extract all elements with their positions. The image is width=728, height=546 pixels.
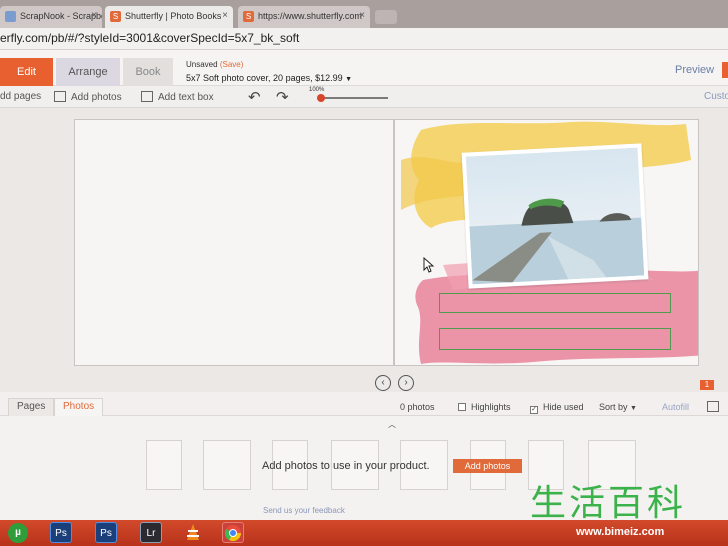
watermark-logo: 生活百科 — [530, 483, 687, 524]
photo-count: 0 photos — [400, 402, 435, 412]
photo-slot — [203, 440, 251, 490]
tab-label: https://www.shutterfly.com — [258, 11, 362, 21]
favicon-icon — [5, 11, 16, 22]
highlights-checkbox[interactable] — [458, 403, 466, 411]
utorrent-icon[interactable]: µ — [8, 523, 28, 543]
save-status: Unsaved (Save) — [186, 60, 243, 69]
tab-label: ScrapNook - Scrapbook I — [20, 11, 102, 21]
sort-by-label: Sort by — [599, 402, 628, 412]
vlc-cone-icon — [187, 524, 199, 540]
feedback-link[interactable]: Send us your feedback — [263, 506, 345, 515]
tab-book[interactable]: Book — [123, 58, 173, 86]
redo-icon[interactable]: ↷ — [276, 88, 289, 106]
vlc-icon[interactable] — [183, 522, 203, 543]
text-box-2[interactable] — [439, 328, 671, 350]
text-box-icon — [141, 91, 153, 102]
shutterfly-favicon-icon: S — [243, 11, 254, 22]
url-text[interactable]: erfly.com/pb/#/?styleId=3001&coverSpecId… — [0, 31, 299, 45]
photoshop-icon[interactable]: Ps — [50, 522, 72, 543]
chrome-logo-icon — [224, 525, 242, 542]
app-header: Edit Arrange Book Unsaved (Save) 5x7 Sof… — [0, 50, 728, 86]
hide-used-label: Hide used — [543, 402, 584, 412]
landscape-photo[interactable] — [461, 143, 649, 289]
undo-icon[interactable]: ↶ — [248, 88, 261, 106]
close-icon[interactable]: × — [359, 10, 365, 21]
unsaved-label: Unsaved — [186, 60, 218, 69]
add-text-box-label: Add text box — [158, 92, 214, 103]
close-icon[interactable]: × — [91, 10, 97, 21]
zoom-slider-track[interactable] — [320, 97, 388, 99]
close-icon[interactable]: × — [222, 10, 228, 21]
browser-tab-bar: ScrapNook - Scrapbook I × S Shutterfly |… — [0, 0, 728, 28]
product-spec-dropdown[interactable]: 5x7 Soft photo cover, 20 pages, $12.99 ▼ — [186, 73, 352, 83]
chrome-icon[interactable] — [222, 522, 244, 543]
add-photos-label: Add photos — [71, 92, 122, 103]
photo-image — [465, 147, 645, 285]
hide-used-toggle[interactable]: ✓ Hide used — [530, 402, 584, 414]
collapse-chevron-icon[interactable]: ︿ — [388, 419, 396, 430]
photo-slot — [146, 440, 182, 490]
add-photos-tray-button[interactable]: Add photos — [453, 459, 522, 473]
highlights-label: Highlights — [471, 402, 511, 412]
watermark-url: www.bimeiz.com — [576, 526, 665, 538]
browser-tab-shutterfly[interactable]: S Shutterfly | Photo Books × — [105, 6, 233, 28]
editor-toolbar: dd pages Add photos Add text box ↶ ↷ 100… — [0, 86, 728, 108]
tab-pages[interactable]: Pages — [8, 398, 55, 416]
lightroom-icon[interactable]: Lr — [140, 522, 162, 543]
tab-arrange[interactable]: Arrange — [56, 58, 120, 86]
next-page-button[interactable]: › — [398, 375, 414, 391]
highlights-toggle[interactable]: Highlights — [458, 402, 511, 412]
page-number-badge: 1 — [700, 380, 714, 390]
add-pages-button[interactable]: dd pages — [0, 91, 41, 102]
left-page[interactable] — [74, 119, 394, 366]
address-bar[interactable]: erfly.com/pb/#/?styleId=3001&coverSpecId… — [0, 28, 728, 50]
hide-used-checkbox[interactable]: ✓ — [530, 406, 538, 414]
zoom-slider-handle[interactable] — [317, 94, 325, 102]
photo-icon — [54, 91, 66, 102]
add-text-box-button[interactable]: Add text box — [141, 91, 214, 103]
empty-tray-message: Add photos to use in your product. — [262, 460, 430, 472]
add-photos-button[interactable]: Add photos — [54, 91, 122, 103]
photoshop-icon-2[interactable]: Ps — [95, 522, 117, 543]
customize-link[interactable]: Custo — [704, 91, 728, 102]
text-box-1[interactable] — [439, 293, 671, 313]
save-link[interactable]: (Save) — [220, 60, 244, 69]
order-button-edge[interactable] — [722, 62, 728, 78]
preview-button[interactable]: Preview — [675, 64, 714, 76]
product-spec-label: 5x7 Soft photo cover, 20 pages, $12.99 — [186, 73, 343, 83]
new-tab-button[interactable] — [375, 10, 397, 24]
sort-by-dropdown[interactable]: Sort by ▼ — [599, 402, 637, 412]
tab-photos[interactable]: Photos — [54, 398, 104, 416]
grid-view-icon[interactable] — [707, 401, 719, 412]
mouse-cursor-icon — [423, 257, 435, 273]
shutterfly-favicon-icon: S — [110, 11, 121, 22]
tab-label: Shutterfly | Photo Books — [125, 11, 222, 21]
zoom-level: 100% — [309, 87, 325, 93]
panel-tab-bar: Pages Photos 0 photos Highlights ✓ Hide u… — [0, 392, 728, 416]
caret-down-icon: ▼ — [345, 76, 353, 83]
browser-tab-scrapnook[interactable]: ScrapNook - Scrapbook I × — [0, 6, 102, 28]
autofill-button[interactable]: Autofill — [662, 402, 689, 412]
previous-page-button[interactable]: ‹ — [375, 375, 391, 391]
tab-edit[interactable]: Edit — [0, 58, 53, 86]
caret-down-icon: ▼ — [630, 405, 637, 412]
right-page[interactable] — [394, 119, 699, 366]
browser-tab-url[interactable]: S https://www.shutterfly.com × — [238, 6, 370, 28]
add-pages-label: dd pages — [0, 91, 42, 102]
